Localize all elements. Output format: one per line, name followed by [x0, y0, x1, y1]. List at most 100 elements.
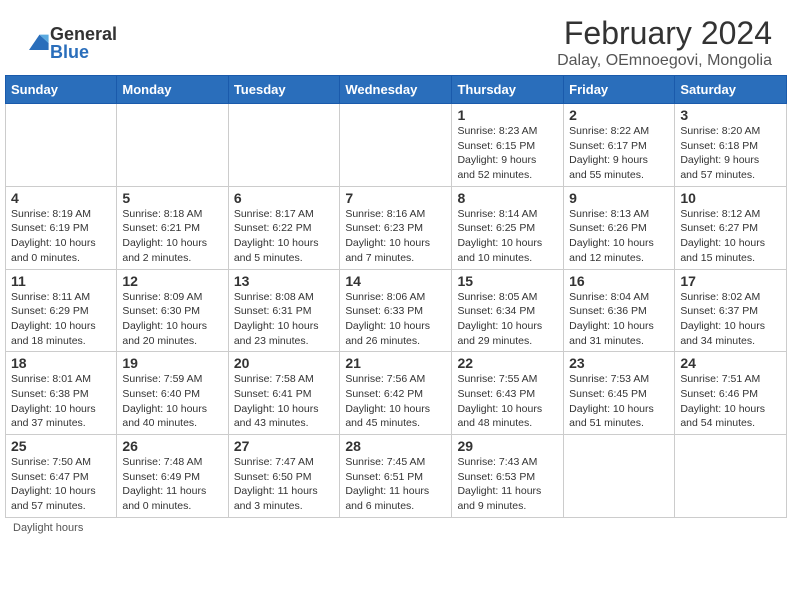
day-info: Sunrise: 8:16 AM Sunset: 6:23 PM Dayligh…: [345, 207, 446, 266]
day-info: Sunrise: 8:02 AM Sunset: 6:37 PM Dayligh…: [680, 290, 781, 349]
day-info: Sunrise: 7:59 AM Sunset: 6:40 PM Dayligh…: [122, 372, 222, 431]
calendar-subtitle: Dalay, OEmnoegovi, Mongolia: [557, 52, 772, 70]
calendar-day-header: Thursday: [452, 76, 564, 104]
calendar-cell: 15Sunrise: 8:05 AM Sunset: 6:34 PM Dayli…: [452, 269, 564, 352]
day-info: Sunrise: 8:18 AM Sunset: 6:21 PM Dayligh…: [122, 207, 222, 266]
calendar-cell: 4Sunrise: 8:19 AM Sunset: 6:19 PM Daylig…: [6, 186, 117, 269]
calendar-day-header: Wednesday: [340, 76, 452, 104]
day-number: 11: [11, 273, 111, 289]
day-number: 14: [345, 273, 446, 289]
calendar-cell: 20Sunrise: 7:58 AM Sunset: 6:41 PM Dayli…: [228, 352, 340, 435]
day-number: 21: [345, 355, 446, 371]
calendar-title: February 2024: [557, 15, 772, 52]
calendar-cell: 14Sunrise: 8:06 AM Sunset: 6:33 PM Dayli…: [340, 269, 452, 352]
calendar-cell: 8Sunrise: 8:14 AM Sunset: 6:25 PM Daylig…: [452, 186, 564, 269]
calendar-cell: 7Sunrise: 8:16 AM Sunset: 6:23 PM Daylig…: [340, 186, 452, 269]
day-info: Sunrise: 7:58 AM Sunset: 6:41 PM Dayligh…: [234, 372, 335, 431]
day-info: Sunrise: 7:55 AM Sunset: 6:43 PM Dayligh…: [457, 372, 558, 431]
day-info: Sunrise: 8:19 AM Sunset: 6:19 PM Dayligh…: [11, 207, 111, 266]
day-info: Sunrise: 8:14 AM Sunset: 6:25 PM Dayligh…: [457, 207, 558, 266]
calendar-day-header: Saturday: [675, 76, 787, 104]
day-info: Sunrise: 7:48 AM Sunset: 6:49 PM Dayligh…: [122, 455, 222, 514]
day-number: 28: [345, 438, 446, 454]
calendar-cell: 23Sunrise: 7:53 AM Sunset: 6:45 PM Dayli…: [564, 352, 675, 435]
logo: General Blue: [20, 25, 117, 61]
day-info: Sunrise: 8:09 AM Sunset: 6:30 PM Dayligh…: [122, 290, 222, 349]
calendar-day-header: Friday: [564, 76, 675, 104]
day-info: Sunrise: 7:51 AM Sunset: 6:46 PM Dayligh…: [680, 372, 781, 431]
day-number: 29: [457, 438, 558, 454]
day-number: 10: [680, 190, 781, 206]
calendar-cell: 16Sunrise: 8:04 AM Sunset: 6:36 PM Dayli…: [564, 269, 675, 352]
day-info: Sunrise: 8:23 AM Sunset: 6:15 PM Dayligh…: [457, 124, 558, 183]
calendar-cell: 28Sunrise: 7:45 AM Sunset: 6:51 PM Dayli…: [340, 435, 452, 518]
calendar-cell: 22Sunrise: 7:55 AM Sunset: 6:43 PM Dayli…: [452, 352, 564, 435]
day-number: 9: [569, 190, 669, 206]
day-number: 15: [457, 273, 558, 289]
day-number: 16: [569, 273, 669, 289]
day-info: Sunrise: 8:06 AM Sunset: 6:33 PM Dayligh…: [345, 290, 446, 349]
day-info: Sunrise: 8:17 AM Sunset: 6:22 PM Dayligh…: [234, 207, 335, 266]
calendar-day-header: Monday: [117, 76, 228, 104]
day-info: Sunrise: 7:43 AM Sunset: 6:53 PM Dayligh…: [457, 455, 558, 514]
calendar-cell: 11Sunrise: 8:11 AM Sunset: 6:29 PM Dayli…: [6, 269, 117, 352]
calendar-cell: 21Sunrise: 7:56 AM Sunset: 6:42 PM Dayli…: [340, 352, 452, 435]
calendar-cell: [675, 435, 787, 518]
day-info: Sunrise: 7:45 AM Sunset: 6:51 PM Dayligh…: [345, 455, 446, 514]
calendar-cell: [228, 104, 340, 187]
day-info: Sunrise: 7:47 AM Sunset: 6:50 PM Dayligh…: [234, 455, 335, 514]
calendar-cell: 2Sunrise: 8:22 AM Sunset: 6:17 PM Daylig…: [564, 104, 675, 187]
calendar-cell: 25Sunrise: 7:50 AM Sunset: 6:47 PM Dayli…: [6, 435, 117, 518]
day-info: Sunrise: 7:53 AM Sunset: 6:45 PM Dayligh…: [569, 372, 669, 431]
day-number: 8: [457, 190, 558, 206]
calendar-cell: 19Sunrise: 7:59 AM Sunset: 6:40 PM Dayli…: [117, 352, 228, 435]
calendar-day-header: Tuesday: [228, 76, 340, 104]
day-number: 17: [680, 273, 781, 289]
calendar-cell: 18Sunrise: 8:01 AM Sunset: 6:38 PM Dayli…: [6, 352, 117, 435]
calendar-week-row: 11Sunrise: 8:11 AM Sunset: 6:29 PM Dayli…: [6, 269, 787, 352]
day-number: 20: [234, 355, 335, 371]
day-number: 12: [122, 273, 222, 289]
calendar-week-row: 25Sunrise: 7:50 AM Sunset: 6:47 PM Dayli…: [6, 435, 787, 518]
calendar-cell: 24Sunrise: 7:51 AM Sunset: 6:46 PM Dayli…: [675, 352, 787, 435]
day-number: 1: [457, 107, 558, 123]
calendar-day-header: Sunday: [6, 76, 117, 104]
day-number: 7: [345, 190, 446, 206]
calendar-week-row: 18Sunrise: 8:01 AM Sunset: 6:38 PM Dayli…: [6, 352, 787, 435]
day-number: 5: [122, 190, 222, 206]
footer: Daylight hours: [5, 518, 787, 538]
day-number: 3: [680, 107, 781, 123]
day-info: Sunrise: 7:56 AM Sunset: 6:42 PM Dayligh…: [345, 372, 446, 431]
day-number: 27: [234, 438, 335, 454]
daylight-hours-label: Daylight hours: [13, 522, 83, 534]
calendar-cell: 17Sunrise: 8:02 AM Sunset: 6:37 PM Dayli…: [675, 269, 787, 352]
calendar-cell: [117, 104, 228, 187]
logo-general-text: General: [50, 25, 117, 43]
logo-blue-text: Blue: [50, 43, 117, 61]
calendar-cell: 1Sunrise: 8:23 AM Sunset: 6:15 PM Daylig…: [452, 104, 564, 187]
calendar-cell: 6Sunrise: 8:17 AM Sunset: 6:22 PM Daylig…: [228, 186, 340, 269]
day-number: 22: [457, 355, 558, 371]
day-number: 24: [680, 355, 781, 371]
day-info: Sunrise: 8:13 AM Sunset: 6:26 PM Dayligh…: [569, 207, 669, 266]
day-number: 2: [569, 107, 669, 123]
day-number: 19: [122, 355, 222, 371]
calendar-cell: [564, 435, 675, 518]
calendar-cell: 3Sunrise: 8:20 AM Sunset: 6:18 PM Daylig…: [675, 104, 787, 187]
day-info: Sunrise: 8:22 AM Sunset: 6:17 PM Dayligh…: [569, 124, 669, 183]
day-number: 23: [569, 355, 669, 371]
day-info: Sunrise: 8:05 AM Sunset: 6:34 PM Dayligh…: [457, 290, 558, 349]
day-info: Sunrise: 8:12 AM Sunset: 6:27 PM Dayligh…: [680, 207, 781, 266]
calendar-cell: 10Sunrise: 8:12 AM Sunset: 6:27 PM Dayli…: [675, 186, 787, 269]
calendar-cell: [6, 104, 117, 187]
day-number: 18: [11, 355, 111, 371]
calendar-cell: 5Sunrise: 8:18 AM Sunset: 6:21 PM Daylig…: [117, 186, 228, 269]
calendar-cell: 27Sunrise: 7:47 AM Sunset: 6:50 PM Dayli…: [228, 435, 340, 518]
day-number: 4: [11, 190, 111, 206]
day-number: 26: [122, 438, 222, 454]
calendar-cell: 9Sunrise: 8:13 AM Sunset: 6:26 PM Daylig…: [564, 186, 675, 269]
page-header: General Blue February 2024 Dalay, OEmnoe…: [5, 5, 787, 75]
calendar-cell: 26Sunrise: 7:48 AM Sunset: 6:49 PM Dayli…: [117, 435, 228, 518]
calendar-cell: 12Sunrise: 8:09 AM Sunset: 6:30 PM Dayli…: [117, 269, 228, 352]
calendar-week-row: 1Sunrise: 8:23 AM Sunset: 6:15 PM Daylig…: [6, 104, 787, 187]
